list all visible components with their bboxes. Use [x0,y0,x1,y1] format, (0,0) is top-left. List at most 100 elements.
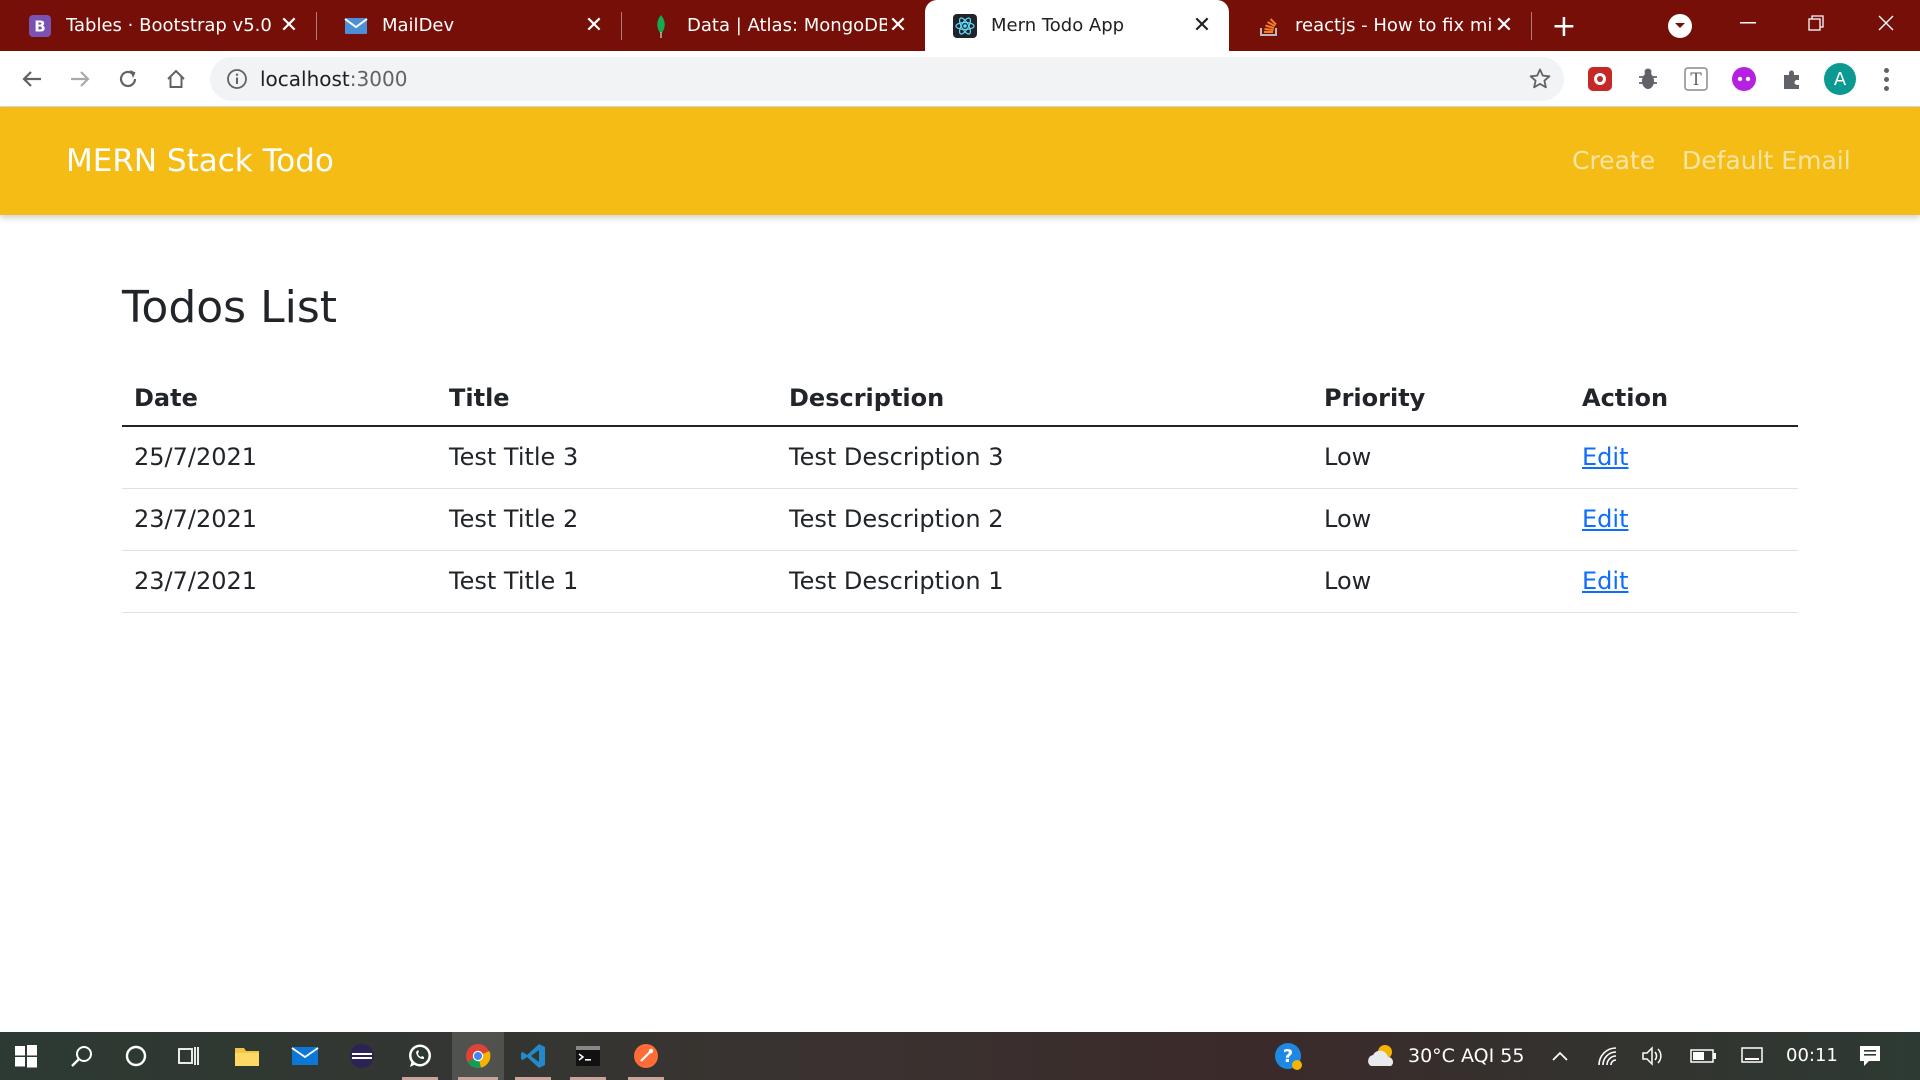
table-row: 23/7/2021 Test Title 2 Test Description … [122,488,1798,551]
mail-icon[interactable] [281,1032,329,1080]
close-icon[interactable]: ✕ [1493,14,1515,37]
tab-maildev[interactable]: MailDev ✕ [316,0,621,51]
cell-priority: Low [1312,488,1570,551]
table-row: 23/7/2021 Test Title 1 Test Description … [122,550,1798,613]
whatsapp-icon[interactable] [396,1032,444,1080]
tab-title: Mern Todo App [991,15,1125,36]
column-header-title: Title [437,370,777,427]
forward-arrow-icon[interactable] [64,63,96,95]
profile-avatar[interactable]: A [1824,63,1856,95]
reload-icon[interactable] [112,63,144,95]
search-icon[interactable] [58,1032,106,1080]
column-header-action: Action [1570,370,1798,427]
tab-search-chevron-icon[interactable] [1668,14,1692,38]
volume-icon[interactable] [1630,1032,1678,1080]
weather-text[interactable]: 30°C AQI 55 [1408,1032,1524,1080]
tab-mongodb-atlas[interactable]: Data | Atlas: MongoDB Atl ✕ [621,0,925,51]
tab-title: reactjs - How to fix missin [1295,15,1493,36]
cell-action: Edit [1570,488,1798,551]
file-explorer-icon[interactable] [223,1032,271,1080]
battery-icon[interactable] [1680,1032,1728,1080]
svg-text:B: B [34,17,45,35]
vscode-icon[interactable] [509,1032,557,1080]
chevron-up-icon[interactable] [1536,1032,1584,1080]
new-tab-plus-icon[interactable]: + [1546,8,1582,44]
bookmark-star-icon[interactable] [1528,67,1552,91]
close-icon[interactable]: ✕ [887,14,909,37]
tab-stackoverflow[interactable]: reactjs - How to fix missin ✕ [1229,0,1531,51]
task-view-icon[interactable] [164,1032,212,1080]
react-icon [953,13,977,38]
terminal-icon[interactable] [564,1032,612,1080]
windows-start-icon[interactable] [2,1032,50,1080]
notifications-icon[interactable] [1846,1032,1894,1080]
nav-link-create[interactable]: Create [1572,107,1655,215]
mail-icon [344,14,368,38]
extension-red-icon[interactable] [1586,65,1614,93]
tab-title: MailDev [382,15,455,36]
windows-taskbar: ? 30°C AQI 55 00:11 [0,1032,1920,1080]
edit-link[interactable]: Edit [1582,567,1628,595]
tab-separator [1531,12,1532,40]
cell-title: Test Title 1 [437,550,777,613]
url-port: :3000 [349,67,408,91]
cell-description: Test Description 3 [777,426,1312,489]
home-icon[interactable] [160,63,192,95]
puzzle-extensions-icon[interactable] [1778,65,1806,93]
input-keyboard-icon[interactable] [1728,1032,1776,1080]
cell-date: 23/7/2021 [122,488,437,551]
weather-cloud-icon [1358,1032,1406,1080]
page-title: Todos List [122,282,337,333]
edit-link[interactable]: Edit [1582,443,1628,471]
edit-link[interactable]: Edit [1582,505,1628,533]
cell-description: Test Description 1 [777,550,1312,613]
bug-icon[interactable] [1634,65,1662,93]
browser-toolbar: localhost:3000 T A [0,51,1920,107]
tab-bootstrap-tables[interactable]: B Tables · Bootstrap v5.0 ✕ [0,0,316,51]
close-icon[interactable]: ✕ [1191,14,1213,37]
back-arrow-icon[interactable] [16,63,48,95]
table-header-row: Date Title Description Priority Action [122,370,1798,427]
mongodb-leaf-icon [649,14,673,38]
wifi-icon[interactable] [1584,1032,1632,1080]
url-host: localhost [260,67,350,91]
help-question-icon[interactable]: ? [1264,1032,1312,1080]
cell-priority: Low [1312,550,1570,613]
cortana-icon[interactable] [112,1032,160,1080]
cell-date: 23/7/2021 [122,550,437,613]
url-text: localhost:3000 [260,57,407,101]
postman-icon[interactable] [622,1032,670,1080]
cell-title: Test Title 2 [437,488,777,551]
address-bar[interactable]: localhost:3000 [210,57,1564,101]
site-info-icon[interactable] [226,68,248,90]
tab-title: Tables · Bootstrap v5.0 [66,15,272,36]
extension-purple-icon[interactable] [1730,65,1758,93]
cell-action: Edit [1570,426,1798,489]
close-icon[interactable]: ✕ [583,14,605,37]
cell-action: Edit [1570,550,1798,613]
app-navbar: MERN Stack Todo Create Default Email [0,107,1920,215]
browser-tab-strip: B Tables · Bootstrap v5.0 ✕ MailDev ✕ Da… [0,0,1920,51]
close-window-icon[interactable] [1866,8,1906,38]
text-t-icon[interactable]: T [1682,65,1710,93]
close-icon[interactable]: ✕ [278,14,300,37]
nav-link-default-email[interactable]: Default Email [1682,107,1851,215]
chrome-icon[interactable] [452,1032,504,1080]
bootstrap-icon: B [28,14,52,38]
more-menu-icon[interactable] [1874,65,1898,93]
table-row: 25/7/2021 Test Title 3 Test Description … [122,426,1798,489]
tab-mern-todo-app[interactable]: Mern Todo App ✕ [925,0,1229,51]
column-header-description: Description [777,370,1312,427]
minimize-icon[interactable] [1728,8,1768,38]
clock-time[interactable]: 00:11 [1786,1032,1838,1080]
cell-date: 25/7/2021 [122,426,437,489]
cell-priority: Low [1312,426,1570,489]
eclipse-icon[interactable] [338,1032,386,1080]
svg-text:T: T [1690,70,1702,90]
column-header-date: Date [122,370,437,427]
navbar-brand[interactable]: MERN Stack Todo [66,107,334,215]
column-header-priority: Priority [1312,370,1570,427]
cell-title: Test Title 3 [437,426,777,489]
restore-window-icon[interactable] [1796,8,1836,38]
svg-text:?: ? [1283,1046,1293,1067]
